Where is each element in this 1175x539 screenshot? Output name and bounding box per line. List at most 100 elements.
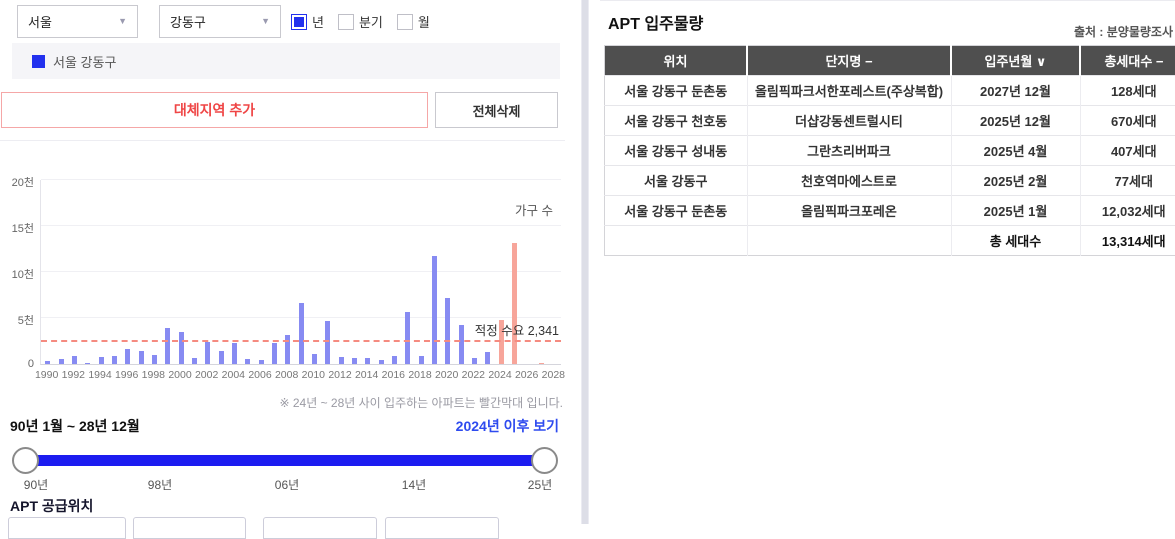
table-cell: 그란츠리버파크 <box>747 136 951 166</box>
bar-1997 <box>139 351 144 364</box>
supply-location-tab[interactable] <box>8 517 126 539</box>
checkbox-unchecked-icon[interactable] <box>338 14 354 30</box>
bar-2010 <box>312 354 317 364</box>
x-axis-tick-label: 1998 <box>138 369 168 381</box>
bar-2023 <box>485 352 490 364</box>
supply-location-title: APT 공급위치 <box>10 496 93 516</box>
clear-all-button[interactable]: 전체삭제 <box>435 92 558 128</box>
x-axis-tick-label: 2008 <box>272 369 302 381</box>
table-cell: 올림픽파크서한포레스트(주상복합) <box>747 76 951 106</box>
checkbox-unchecked-icon[interactable] <box>397 14 413 30</box>
x-axis-tick-label: 1990 <box>32 369 62 381</box>
slider-tick-label: 06년 <box>275 476 299 493</box>
period-checkbox-label: 분기 <box>359 12 383 31</box>
slider-handle-start[interactable] <box>12 447 39 474</box>
bar-2019 <box>432 256 437 364</box>
table-cell: 총 세대수 <box>951 226 1080 256</box>
table-cell <box>605 226 748 256</box>
slider-tick-label: 90년 <box>24 476 48 493</box>
x-axis-tick-label: 1994 <box>85 369 115 381</box>
bar-2025 <box>512 243 517 364</box>
period-checkbox-label: 월 <box>418 12 430 31</box>
supply-location-tab[interactable] <box>385 517 499 539</box>
x-axis-tick-label: 2004 <box>218 369 248 381</box>
period-checkbox-월[interactable]: 월 <box>397 12 430 31</box>
slider-tick-label: 98년 <box>148 476 172 493</box>
bar-2020 <box>445 298 450 364</box>
bar-1993 <box>85 363 90 364</box>
table-cell: 128세대 <box>1080 76 1175 106</box>
slider-tick-label: 14년 <box>402 476 426 493</box>
bar-1999 <box>165 328 170 364</box>
x-axis-tick-label: 2028 <box>538 369 568 381</box>
x-axis-tick-label: 2014 <box>352 369 382 381</box>
y-axis-tick-label: 10천 <box>0 266 34 282</box>
bar-2018 <box>419 356 424 364</box>
bar-2002 <box>205 342 210 364</box>
panel-divider-scrollbar[interactable] <box>581 0 589 524</box>
gridline <box>41 271 561 272</box>
table-row: 서울 강동구 천호동더샵강동센트럴시티2025년 12월670세대 <box>605 106 1175 136</box>
bar-2006 <box>259 360 264 364</box>
table-cell: 서울 강동구 <box>605 166 748 196</box>
table-header-3[interactable]: 총세대수 − <box>1080 46 1175 76</box>
bar-2005 <box>245 359 250 364</box>
x-axis-tick-label: 1992 <box>58 369 88 381</box>
x-axis-tick-label: 2000 <box>165 369 195 381</box>
range-row: 90년 1월 ~ 28년 12월 2024년 이후 보기 <box>10 416 559 436</box>
table-cell: 올림픽파크포레온 <box>747 196 951 226</box>
supply-location-tab[interactable] <box>133 517 246 539</box>
bar-2000 <box>179 332 184 364</box>
year-range-slider <box>12 446 558 474</box>
period-checkbox-label: 년 <box>312 12 324 31</box>
chevron-down-icon: ▼ <box>118 17 127 26</box>
slider-handle-end[interactable] <box>531 447 558 474</box>
legend-color-swatch <box>32 55 45 68</box>
bar-2003 <box>219 351 224 364</box>
x-axis-tick-label: 2006 <box>245 369 275 381</box>
table-cell: 2025년 1월 <box>951 196 1080 226</box>
occupancy-volume-title: APT 입주물량 <box>608 10 703 34</box>
table-cell: 77세대 <box>1080 166 1175 196</box>
bar-2007 <box>272 343 277 364</box>
occupancy-table: 위치단지명 −입주년월 ∨총세대수 − 서울 강동구 둔촌동올림픽파크서한포레스… <box>604 45 1175 256</box>
table-cell <box>747 226 951 256</box>
slider-tick-label: 25년 <box>528 476 552 493</box>
supply-location-tab[interactable] <box>263 517 377 539</box>
bar-2012 <box>339 357 344 364</box>
period-checkbox-group: 년 분기 월 <box>291 5 430 38</box>
table-row: 서울 강동구 둔촌동올림픽파크서한포레스트(주상복합)2027년 12월128세… <box>605 76 1175 106</box>
bar-2014 <box>365 358 370 364</box>
bar-1996 <box>125 349 130 364</box>
x-axis-tick-label: 2022 <box>458 369 488 381</box>
left-panel: 서울 ▼ 강동구 ▼ 년분기월 서울 강동구 대체지역 추가 전체삭제 가구 수… <box>0 0 565 524</box>
district-select[interactable]: 강동구 ▼ <box>159 5 281 38</box>
slider-tick-labels: 90년 98년 06년 14년 25년 <box>0 476 565 490</box>
table-header-1[interactable]: 단지명 − <box>747 46 951 76</box>
bar-2001 <box>192 358 197 364</box>
region-select[interactable]: 서울 ▼ <box>17 5 138 38</box>
bar-2021 <box>459 325 464 364</box>
add-alternative-region-button[interactable]: 대체지역 추가 <box>1 92 428 128</box>
period-checkbox-분기[interactable]: 분기 <box>338 12 383 31</box>
table-header-0[interactable]: 위치 <box>605 46 748 76</box>
table-cell: 천호역마에스트로 <box>747 166 951 196</box>
period-checkbox-년[interactable]: 년 <box>291 12 324 31</box>
bar-1995 <box>112 356 117 364</box>
right-panel: APT 입주물량 출처 : 분양물량조사 위치단지명 −입주년월 ∨총세대수 −… <box>600 0 1175 525</box>
view-after-2024-link[interactable]: 2024년 이후 보기 <box>456 416 559 436</box>
adequate-demand-label: 적정 수요 2,341 <box>475 320 559 339</box>
chart-legend: 서울 강동구 <box>12 43 560 79</box>
checkbox-checked-icon[interactable] <box>291 14 307 30</box>
bar-2027 <box>539 363 544 364</box>
table-cell: 서울 강동구 천호동 <box>605 106 748 136</box>
table-cell: 13,314세대 <box>1080 226 1175 256</box>
table-total-row: 총 세대수13,314세대 <box>605 226 1175 256</box>
gridline <box>41 179 561 180</box>
table-header-2[interactable]: 입주년월 ∨ <box>951 46 1080 76</box>
supply-bar-chart: 가구 수 적정 수요 2,341 05천10천15천20천19901992199… <box>0 165 565 393</box>
x-axis-tick-label: 2020 <box>432 369 462 381</box>
table-cell: 서울 강동구 성내동 <box>605 136 748 166</box>
y-axis-tick-label: 5천 <box>0 312 34 328</box>
slider-track[interactable] <box>14 455 556 466</box>
